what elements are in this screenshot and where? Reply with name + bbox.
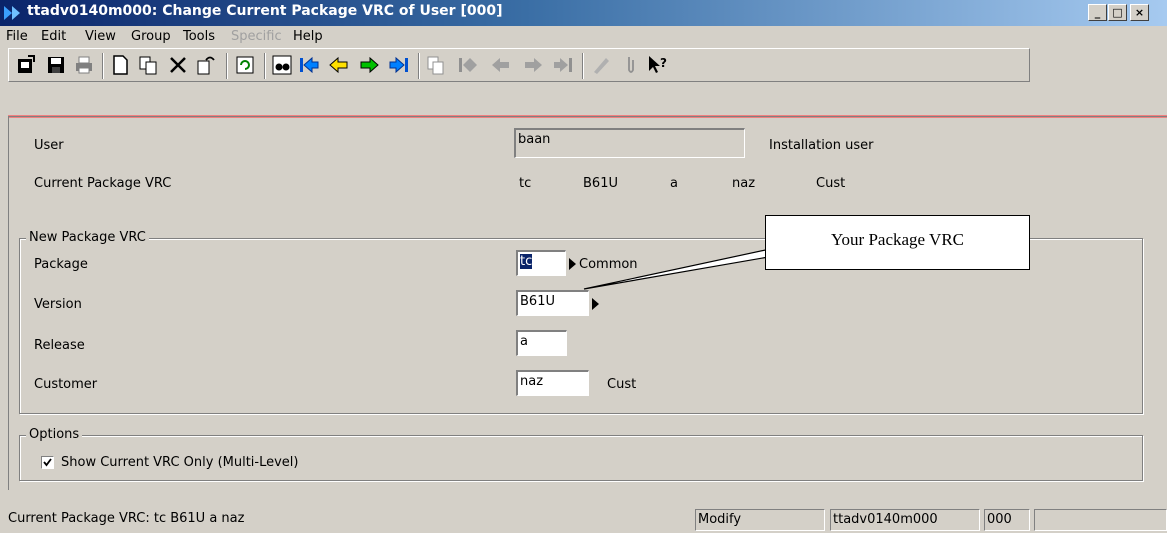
options-legend: Options xyxy=(26,427,83,442)
status-company: 000 xyxy=(984,509,1030,531)
show-current-only-checkbox[interactable] xyxy=(41,456,54,469)
menu-file[interactable]: File xyxy=(6,29,28,44)
status-extra xyxy=(1034,509,1167,531)
status-mode: Modify xyxy=(695,509,825,531)
current-version-value: B61U xyxy=(583,176,618,191)
current-package-value: tc xyxy=(519,176,532,191)
callout-pointer xyxy=(583,248,782,290)
release-label: Release xyxy=(34,338,85,353)
status-bar: Current Package VRC: tc B61U a naz Modif… xyxy=(0,505,1167,533)
version-label: Version xyxy=(34,297,82,312)
group-next-icon xyxy=(521,53,545,77)
user-field: baan xyxy=(514,128,745,158)
app-icon xyxy=(4,6,20,20)
last-record-icon[interactable] xyxy=(387,53,411,77)
close-icon: × xyxy=(1134,6,1145,19)
menu-bar: File Edit View Group Tools Specific Help xyxy=(0,26,1167,48)
find-icon[interactable] xyxy=(270,53,294,77)
refresh-icon[interactable] xyxy=(233,53,257,77)
toolbar-separator xyxy=(418,53,420,79)
duplicate-icon[interactable] xyxy=(136,53,160,77)
menu-group[interactable]: Group xyxy=(131,29,171,44)
previous-record-icon[interactable] xyxy=(327,53,351,77)
maximize-icon: □ xyxy=(1112,6,1123,19)
minimize-icon: _ xyxy=(1094,6,1101,19)
print-icon xyxy=(72,53,96,77)
menu-edit[interactable]: Edit xyxy=(41,29,66,44)
package-input[interactable]: tc xyxy=(516,250,566,276)
toolbar-separator xyxy=(582,53,584,79)
toolbar-separator xyxy=(226,53,228,79)
new-record-icon[interactable] xyxy=(108,53,132,77)
svg-text:?: ? xyxy=(660,56,667,70)
next-record-icon[interactable] xyxy=(357,53,381,77)
release-input[interactable]: a xyxy=(516,330,567,356)
status-session: ttadv0140m000 xyxy=(830,509,980,531)
current-customer-value: naz xyxy=(732,176,756,191)
group-last-icon xyxy=(551,53,575,77)
show-current-only-label: Show Current VRC Only (Multi-Level) xyxy=(61,455,299,470)
form-area: User baan Installation user Current Pack… xyxy=(8,116,1167,490)
current-release-value: a xyxy=(670,176,678,191)
title-bar[interactable]: ttadv0140m000: Change Current Package VR… xyxy=(0,0,1167,26)
menu-specific: Specific xyxy=(231,29,282,44)
minimize-button[interactable]: _ xyxy=(1088,4,1107,21)
current-vrc-label: Current Package VRC xyxy=(34,176,172,191)
menu-help[interactable]: Help xyxy=(293,29,323,44)
checkmark-icon xyxy=(43,458,52,467)
new-vrc-legend: New Package VRC xyxy=(26,230,149,245)
user-label: User xyxy=(34,138,64,153)
edit-text-icon xyxy=(589,53,613,77)
undo-icon[interactable] xyxy=(194,53,218,77)
context-help-icon[interactable]: ? xyxy=(646,53,670,77)
toolbar-separator xyxy=(264,53,266,79)
first-record-icon[interactable] xyxy=(297,53,321,77)
open-session-icon[interactable] xyxy=(14,53,38,77)
customer-description: Cust xyxy=(607,377,637,392)
save-icon[interactable] xyxy=(44,53,68,77)
customer-label: Customer xyxy=(34,377,98,392)
delete-icon[interactable] xyxy=(166,53,190,77)
callout-box: Your Package VRC xyxy=(765,215,1030,270)
maximize-button[interactable]: □ xyxy=(1108,4,1127,21)
current-customer-description: Cust xyxy=(816,176,846,191)
group-previous-icon xyxy=(489,53,513,77)
attachment-icon xyxy=(619,53,643,77)
menu-view[interactable]: View xyxy=(85,29,116,44)
toolbar: ? xyxy=(0,48,1167,84)
version-zoom-arrow-icon[interactable] xyxy=(592,298,599,310)
status-message: Current Package VRC: tc B61U a naz xyxy=(8,511,245,526)
group-copy-icon xyxy=(424,53,448,77)
application-window: ttadv0140m000: Change Current Package VR… xyxy=(0,0,1167,533)
package-value: tc xyxy=(520,254,533,269)
user-description: Installation user xyxy=(769,138,874,153)
callout-text: Your Package VRC xyxy=(830,230,965,249)
menu-tools[interactable]: Tools xyxy=(183,29,215,44)
window-title: ttadv0140m000: Change Current Package VR… xyxy=(27,3,503,19)
toolbar-strip: ? xyxy=(8,48,1030,82)
close-button[interactable]: × xyxy=(1130,4,1149,21)
toolbar-separator xyxy=(102,53,104,79)
customer-input[interactable]: naz xyxy=(516,370,589,396)
group-first-icon xyxy=(456,53,480,77)
package-label: Package xyxy=(34,257,88,272)
